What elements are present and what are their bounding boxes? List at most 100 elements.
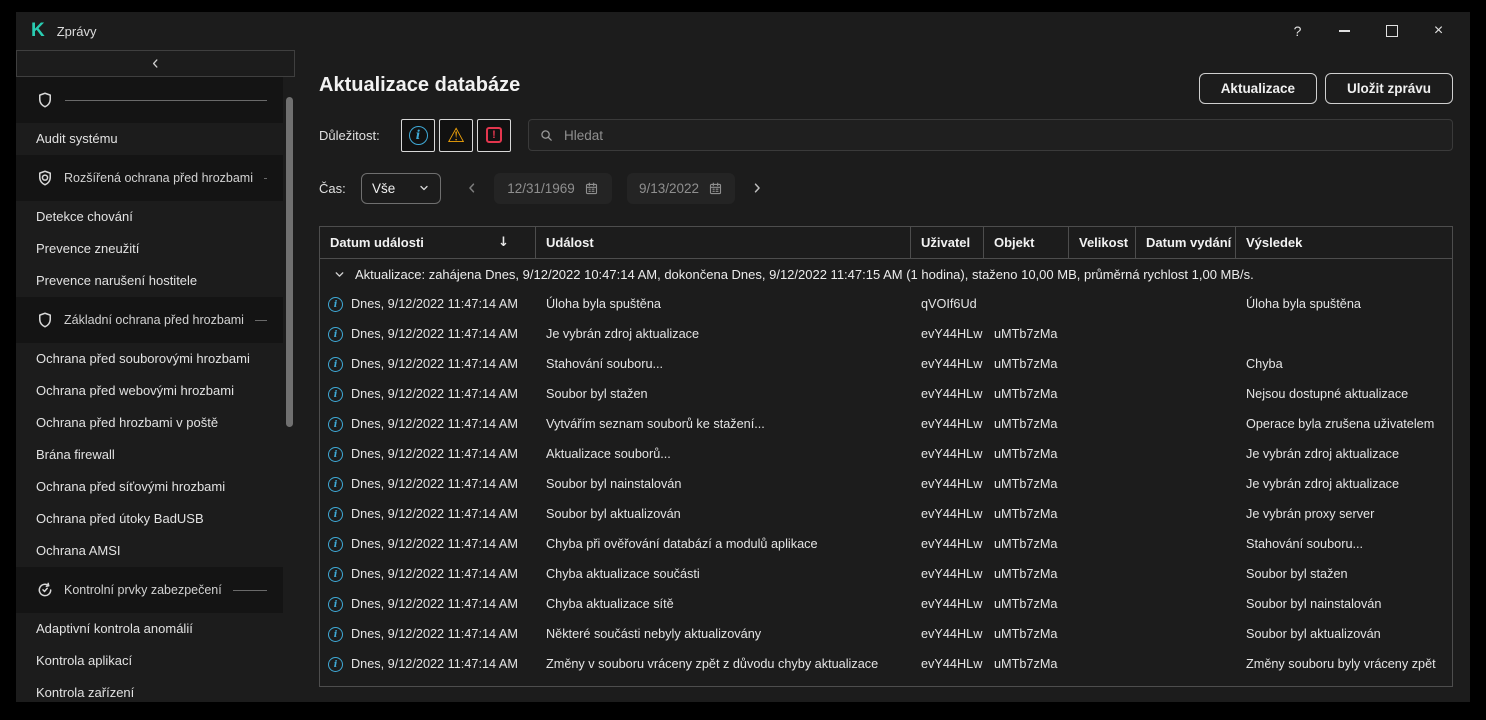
minimize-icon bbox=[1339, 30, 1350, 32]
maximize-button[interactable] bbox=[1368, 12, 1415, 50]
sidebar-item[interactable]: Prevence narušení hostitele bbox=[16, 265, 283, 297]
cell-size bbox=[1069, 589, 1136, 619]
table-row[interactable]: iDnes, 9/12/2022 11:47:14 AMChyba aktual… bbox=[320, 559, 1452, 589]
column-header-user[interactable]: Uživatel bbox=[911, 227, 984, 258]
table-row[interactable]: iDnes, 9/12/2022 11:47:14 AMSoubor byl a… bbox=[320, 499, 1452, 529]
info-icon: i bbox=[328, 477, 343, 492]
cell-event-date: iDnes, 9/12/2022 11:47:14 AM bbox=[320, 439, 536, 469]
section-divider bbox=[233, 590, 267, 591]
column-header-date[interactable]: Datum události ↓ bbox=[320, 227, 536, 258]
sidebar-item[interactable]: Ochrana před útoky BadUSB bbox=[16, 503, 283, 535]
date-from-field[interactable]: 12/31/1969 bbox=[494, 173, 612, 204]
critical-icon: ! bbox=[486, 127, 502, 143]
table-row[interactable]: iDnes, 9/12/2022 11:47:14 AMZměny v soub… bbox=[320, 649, 1452, 679]
shield-ring-icon bbox=[36, 169, 54, 187]
table-row[interactable]: iDnes, 9/12/2022 11:47:14 AMAktualizace … bbox=[320, 439, 1452, 469]
sidebar-item[interactable]: Adaptivní kontrola anomálií bbox=[16, 613, 283, 645]
table-row[interactable]: iDnes, 9/12/2022 11:47:14 AMSoubor byl s… bbox=[320, 379, 1452, 409]
cell-size bbox=[1069, 649, 1136, 679]
cell-release-date bbox=[1136, 619, 1236, 649]
sidebar-item[interactable]: Kontrola aplikací bbox=[16, 645, 283, 677]
sidebar-item[interactable]: Kontrola zařízení bbox=[16, 677, 283, 702]
severity-filter-row: Důležitost: i ⚠ ! bbox=[319, 118, 1453, 152]
help-button[interactable]: ? bbox=[1274, 12, 1321, 50]
table-row[interactable]: iDnes, 9/12/2022 11:47:14 AMChyba při ov… bbox=[320, 529, 1452, 559]
severity-critical-button[interactable]: ! bbox=[477, 119, 511, 152]
close-button[interactable]: × bbox=[1415, 12, 1462, 50]
sidebar-item[interactable]: Prevence zneužití bbox=[16, 233, 283, 265]
minimize-button[interactable] bbox=[1321, 12, 1368, 50]
next-period-button[interactable] bbox=[750, 181, 764, 195]
calendar-icon bbox=[708, 181, 723, 196]
cell-event: Některé součásti nebyly aktualizovány bbox=[536, 619, 911, 649]
column-header-release-date[interactable]: Datum vydání bbox=[1136, 227, 1236, 258]
table-row[interactable]: iDnes, 9/12/2022 11:47:14 AMJe vybrán zd… bbox=[320, 319, 1452, 349]
table-row[interactable]: iDnes, 9/12/2022 11:47:14 AMStahování so… bbox=[320, 349, 1452, 379]
sidebar-item[interactable]: Ochrana před síťovými hrozbami bbox=[16, 471, 283, 503]
sidebar-section-label: Základní ochrana před hrozbami bbox=[64, 313, 244, 327]
sidebar-section-label: Kontrolní prvky zabezpečení bbox=[64, 583, 222, 597]
cell-release-date bbox=[1136, 319, 1236, 349]
cell-size bbox=[1069, 559, 1136, 589]
cell-release-date bbox=[1136, 649, 1236, 679]
cell-object bbox=[984, 289, 1069, 319]
cell-event-date: iDnes, 9/12/2022 11:47:14 AM bbox=[320, 649, 536, 679]
cell-event: Soubor byl stažen bbox=[536, 379, 911, 409]
save-report-button[interactable]: Uložit zprávu bbox=[1325, 73, 1453, 104]
app-window: K Zprávy ? × Audit systémuRozšířená ochr… bbox=[16, 12, 1470, 702]
table-row[interactable]: iDnes, 9/12/2022 11:47:14 AMSoubor byl n… bbox=[320, 469, 1452, 499]
sort-desc-icon: ↓ bbox=[498, 235, 509, 250]
info-icon: i bbox=[328, 297, 343, 312]
cell-user: evY44HLw bbox=[911, 619, 984, 649]
cell-user: evY44HLw bbox=[911, 559, 984, 589]
sidebar-collapse-button[interactable] bbox=[16, 50, 295, 77]
severity-info-button[interactable]: i bbox=[401, 119, 435, 152]
date-to-field[interactable]: 9/13/2022 bbox=[627, 173, 735, 204]
event-date-text: Dnes, 9/12/2022 11:47:14 AM bbox=[351, 627, 518, 641]
column-header-result[interactable]: Výsledek bbox=[1236, 227, 1453, 258]
sidebar-section: Základní ochrana před hrozbami bbox=[16, 297, 283, 343]
table-row[interactable]: iDnes, 9/12/2022 11:47:14 AMChyba aktual… bbox=[320, 589, 1452, 619]
severity-warning-button[interactable]: ⚠ bbox=[439, 119, 473, 152]
cell-user: evY44HLw bbox=[911, 439, 984, 469]
table-row[interactable]: iDnes, 9/12/2022 11:47:14 AM Úloha byla s… bbox=[320, 289, 1452, 319]
table-row[interactable]: i Dnes, 9/12/2022 11:47:14 AM Některé souč… bbox=[320, 619, 1452, 649]
sidebar-item[interactable]: Brána firewall bbox=[16, 439, 283, 471]
cell-release-date bbox=[1136, 409, 1236, 439]
cell-size bbox=[1069, 289, 1136, 319]
info-icon: i bbox=[328, 507, 343, 522]
severity-label: Důležitost: bbox=[319, 128, 401, 143]
cell-release-date bbox=[1136, 499, 1236, 529]
prev-period-button[interactable] bbox=[465, 181, 479, 195]
cell-event-date: iDnes, 9/12/2022 11:47:14 AM bbox=[320, 289, 536, 319]
sidebar-item[interactable]: Ochrana před webovými hrozbami bbox=[16, 375, 283, 407]
cell-result: Úloha byla spuštěna bbox=[1236, 289, 1453, 319]
column-header-size[interactable]: Velikost bbox=[1069, 227, 1136, 258]
table-row[interactable]: iDnes, 9/12/2022 11:47:14 AMVytvářím sez… bbox=[320, 409, 1452, 439]
search-box bbox=[528, 119, 1453, 151]
cell-user: evY44HLw bbox=[911, 499, 984, 529]
column-header-object[interactable]: Objekt bbox=[984, 227, 1069, 258]
cell-object: uMTb7zMa bbox=[984, 319, 1069, 349]
info-icon: i bbox=[328, 627, 343, 642]
sidebar-item[interactable]: Audit systému bbox=[16, 123, 283, 155]
search-input[interactable] bbox=[562, 127, 1442, 144]
sidebar-item[interactable]: Ochrana AMSI bbox=[16, 535, 283, 567]
sidebar-item[interactable]: Ochrana před souborovými hrozbami bbox=[16, 343, 283, 375]
table-header: Datum události ↓ Událost Uživatel Objekt… bbox=[320, 227, 1452, 259]
sidebar-item[interactable]: Ochrana před hrozbami v poště bbox=[16, 407, 283, 439]
section-divider bbox=[255, 320, 267, 321]
sidebar-item[interactable]: Detekce chování bbox=[16, 201, 283, 233]
event-date-text: Dnes, 9/12/2022 11:47:14 AM bbox=[351, 507, 518, 521]
column-header-event[interactable]: Událost bbox=[536, 227, 911, 258]
cell-size bbox=[1069, 349, 1136, 379]
sidebar-scrollbar[interactable] bbox=[286, 97, 293, 427]
header-actions: Aktualizace Uložit zprávu bbox=[1199, 73, 1453, 104]
cell-object: uMTb7zMa bbox=[984, 469, 1069, 499]
update-button[interactable]: Aktualizace bbox=[1199, 73, 1317, 104]
time-range-select[interactable]: Vše bbox=[361, 173, 441, 204]
group-row[interactable]: Aktualizace: zahájena Dnes, 9/12/2022 10… bbox=[320, 259, 1452, 289]
event-date-text: Dnes, 9/12/2022 11:47:14 AM bbox=[351, 417, 518, 431]
cell-result: Operace byla zrušena uživatelem bbox=[1236, 409, 1453, 439]
cell-object: uMTb7zMa bbox=[984, 559, 1069, 589]
